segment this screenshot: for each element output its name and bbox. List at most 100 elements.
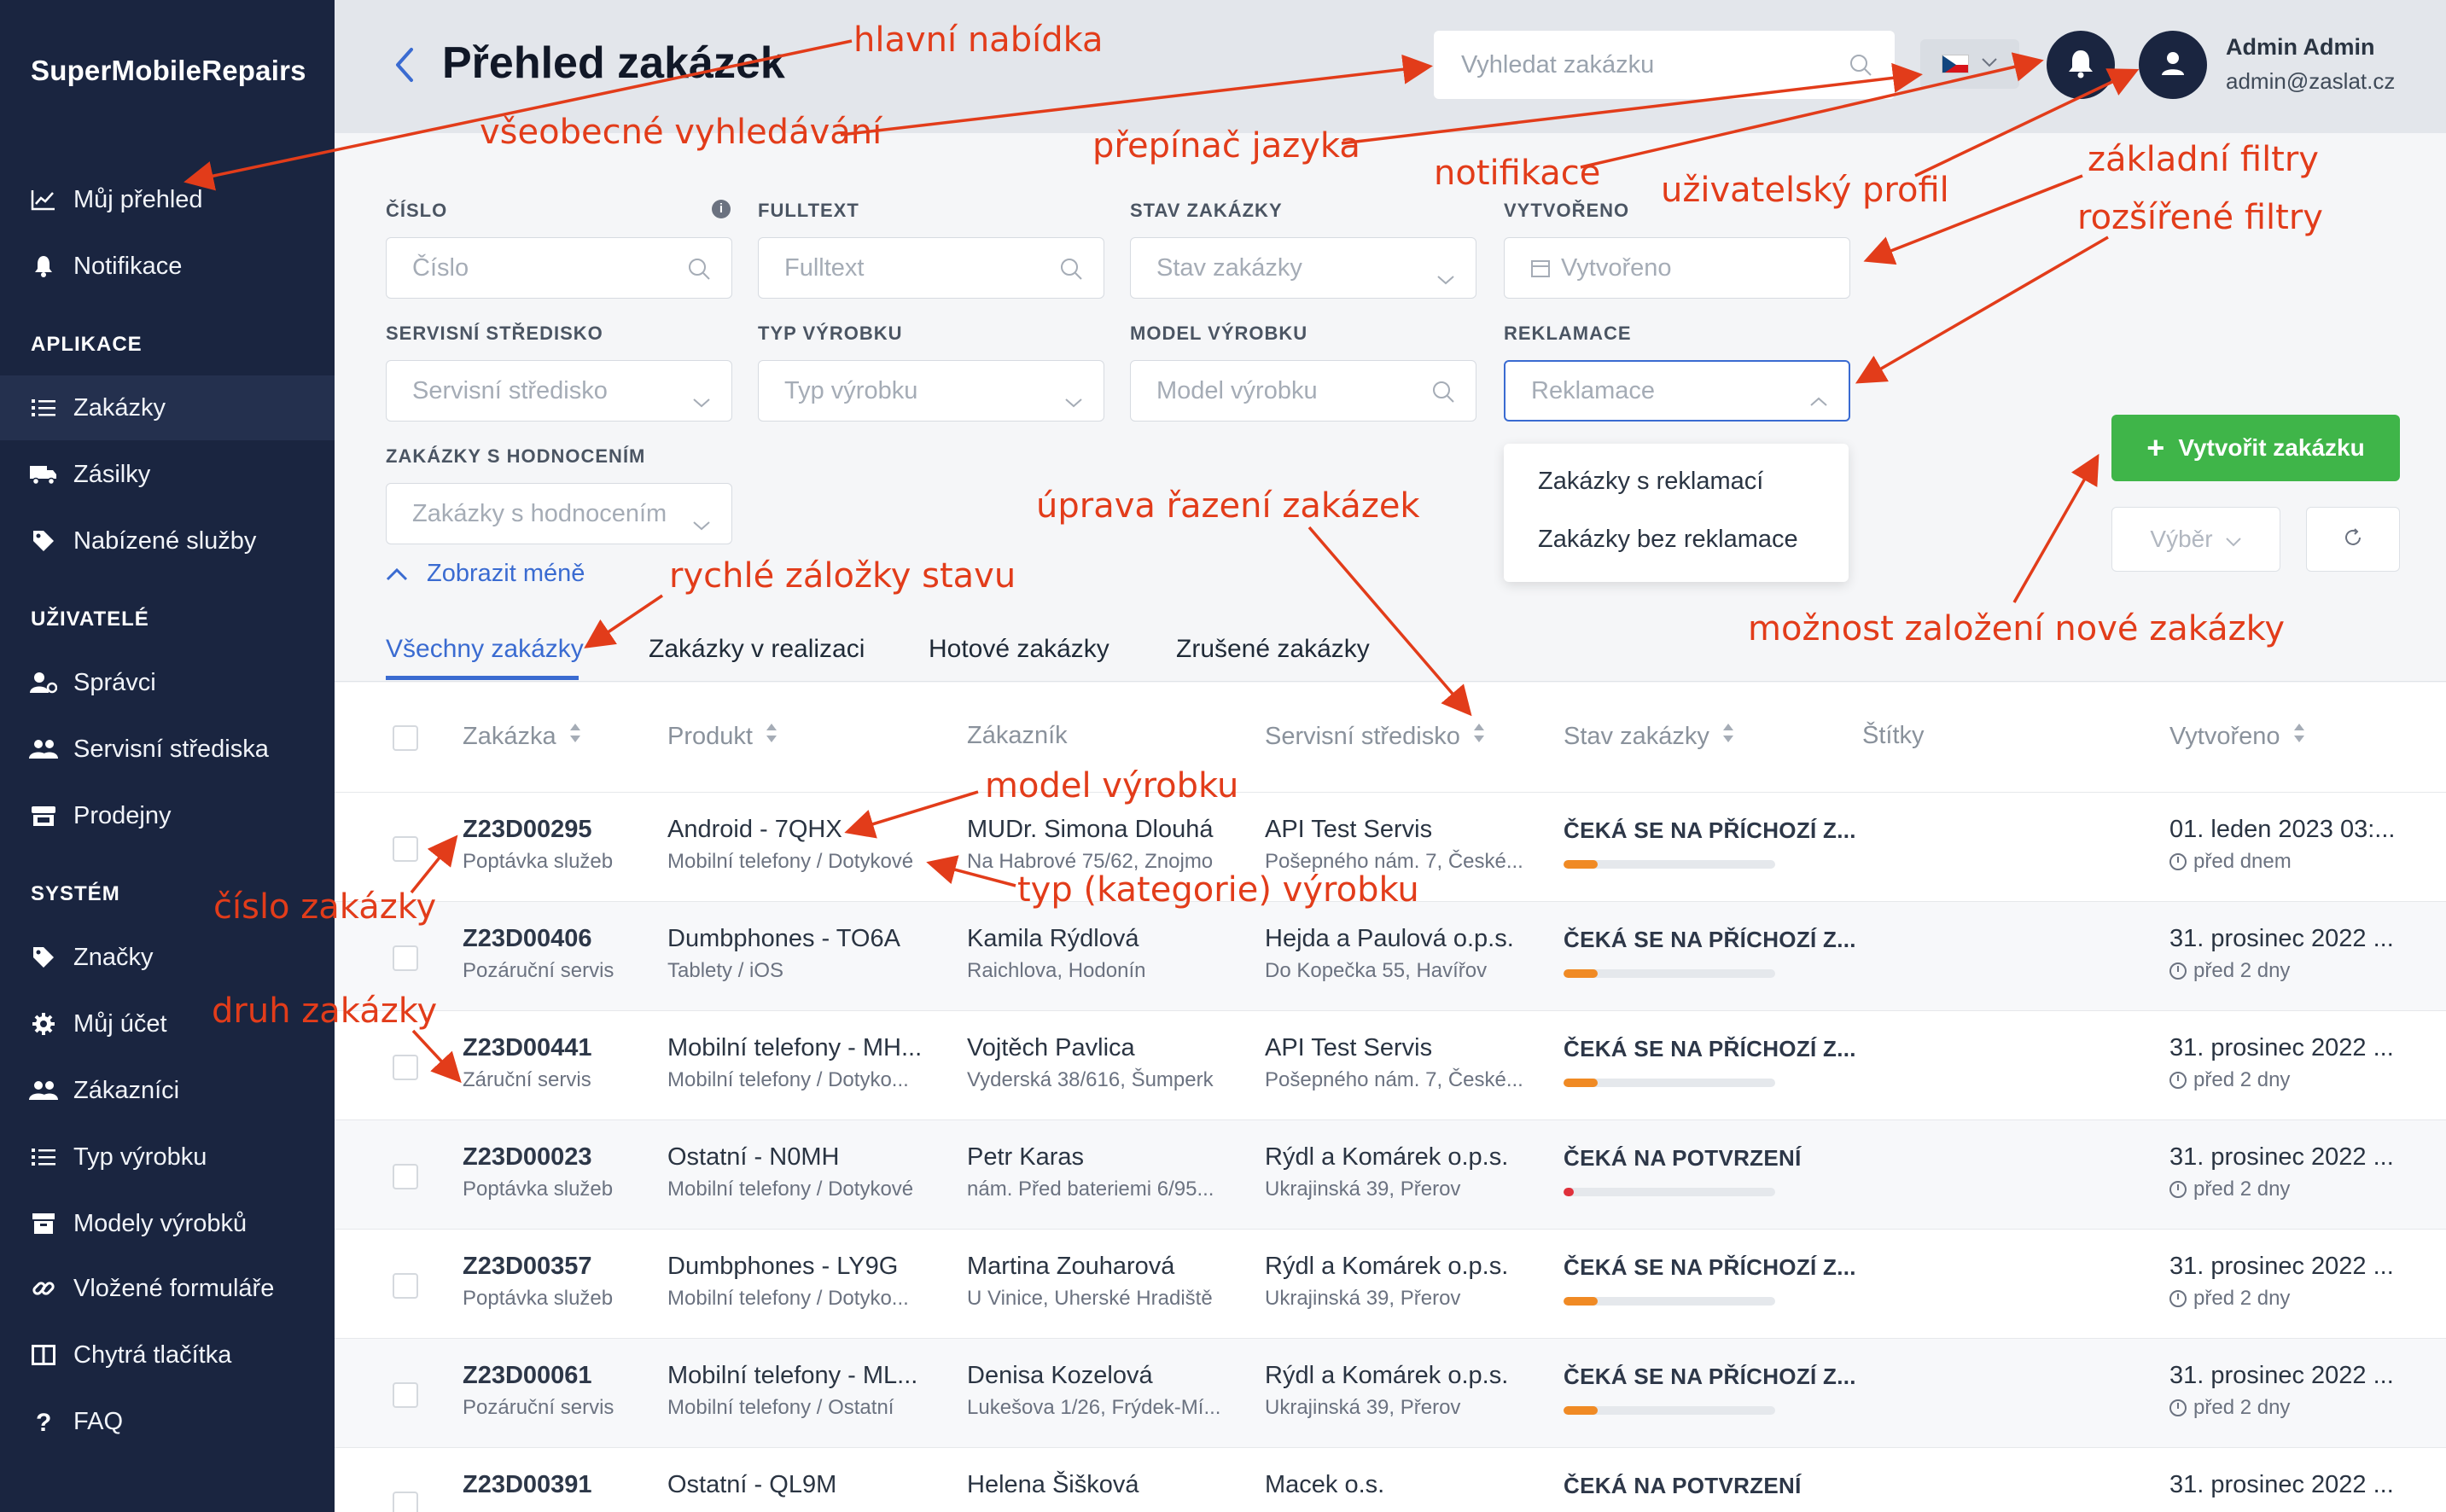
product-name: Android - 7QHX — [667, 816, 842, 843]
created-relative-label: před 2 dny — [2193, 959, 2291, 982]
select-label: Výběr — [2150, 526, 2213, 552]
language-switcher[interactable] — [1920, 39, 2019, 89]
sidebar-item-notifikace[interactable]: Notifikace — [0, 234, 335, 299]
status-progress-bar — [1564, 1297, 1775, 1306]
column-header[interactable]: Stav zakázky — [1564, 722, 1735, 751]
product-name: Dumbphones - LY9G — [667, 1253, 899, 1280]
filter-cislo-placeholder: Číslo — [412, 253, 469, 282]
annotation-language: přepínač jazyka — [1092, 126, 1360, 166]
table-row[interactable] — [335, 1010, 2446, 1119]
sidebar-item-zákazníci[interactable]: Zákazníci — [0, 1058, 335, 1123]
row-checkbox[interactable] — [393, 1382, 418, 1408]
column-header: Zákazník — [967, 722, 1068, 750]
product-name: Dumbphones - TO6A — [667, 925, 900, 952]
back-icon[interactable] — [393, 46, 418, 84]
question-icon: ? — [29, 1407, 58, 1436]
filter-typ-select[interactable]: Typ výrobku — [758, 360, 1104, 422]
search-icon — [1849, 53, 1872, 84]
sidebar-item-modely-výrobků[interactable]: Modely výrobků — [0, 1191, 335, 1256]
filter-model-input[interactable]: Model výrobku — [1130, 360, 1476, 422]
show-less-link[interactable]: Zobrazit méně — [386, 560, 585, 588]
search-input[interactable]: Vyhledat zakázku — [1434, 31, 1895, 99]
order-type: Poptávka služeb — [463, 1287, 614, 1310]
order-number[interactable]: Z23D00295 — [463, 816, 592, 844]
sidebar-item-typ-výrobku[interactable]: Typ výrobku — [0, 1125, 335, 1189]
column-header[interactable]: Produkt — [667, 722, 778, 751]
refresh-icon — [2343, 527, 2363, 552]
filter-label-cislo: ČÍSLO — [386, 200, 448, 221]
user-name[interactable]: Admin Admin — [2226, 34, 2375, 61]
sidebar-item-značky[interactable]: Značky — [0, 925, 335, 990]
column-header[interactable]: Vytvořeno — [2169, 722, 2306, 751]
tab-in-progress[interactable]: Zakázky v realizaci — [649, 635, 865, 664]
order-number[interactable]: Z23D00023 — [463, 1143, 592, 1172]
table-row[interactable] — [335, 1338, 2446, 1447]
sidebar-item-můj-přehled[interactable]: Můj přehled — [0, 167, 335, 232]
created-date: 01. leden 2023 03:... — [2169, 816, 2396, 843]
clock-icon — [2169, 853, 2187, 870]
sidebar-item-vložené-formuláře[interactable]: Vložené formuláře — [0, 1256, 335, 1321]
bell-icon — [29, 252, 58, 281]
table-row[interactable] — [335, 901, 2446, 1010]
table-row[interactable] — [335, 1447, 2446, 1512]
row-checkbox[interactable] — [393, 1164, 418, 1189]
sidebar-item-faq[interactable]: ? FAQ — [0, 1389, 335, 1454]
filter-fulltext-input[interactable]: Fulltext — [758, 237, 1104, 299]
filter-stredisko-select[interactable]: Servisní středisko — [386, 360, 732, 422]
users-icon — [29, 735, 58, 764]
row-checkbox[interactable] — [393, 1055, 418, 1080]
sidebar-item-prodejny[interactable]: Prodejny — [0, 783, 335, 848]
filter-reklamace-select[interactable]: Reklamace — [1504, 360, 1850, 422]
filter-cislo-input[interactable]: Číslo — [386, 237, 732, 299]
dropdown-option[interactable]: Zakázky s reklamací — [1538, 468, 1763, 496]
sidebar-item-servisní-střediska[interactable]: Servisní střediska — [0, 717, 335, 782]
sidebar-item-chytrá-tlačítka[interactable]: Chytrá tlačítka — [0, 1323, 335, 1387]
refresh-button[interactable] — [2306, 507, 2400, 572]
status-progress-bar — [1564, 1079, 1775, 1087]
row-checkbox[interactable] — [393, 1273, 418, 1299]
service-center-address: Pošepného nám. 7, České... — [1265, 1068, 1523, 1091]
row-checkbox[interactable] — [393, 1492, 418, 1512]
table-row[interactable] — [335, 1119, 2446, 1229]
dropdown-option[interactable]: Zakázky bez reklamace — [1538, 526, 1798, 554]
service-center-address: Ukrajinská 39, Přerov — [1265, 1287, 1461, 1310]
sidebar-item-zakázky[interactable]: Zakázky — [0, 375, 335, 440]
row-checkbox[interactable] — [393, 945, 418, 971]
tab-cancelled[interactable]: Zrušené zakázky — [1176, 635, 1370, 664]
sidebar-section-title: SYSTÉM — [31, 882, 120, 905]
user-cog-icon — [29, 668, 58, 697]
create-order-button[interactable]: + Vytvořit zakázku — [2111, 415, 2400, 481]
order-number[interactable]: Z23D00406 — [463, 925, 592, 953]
order-number[interactable]: Z23D00391 — [463, 1471, 592, 1499]
tab-done[interactable]: Hotové zakázky — [929, 635, 1109, 664]
select-button[interactable]: Výběr — [2111, 507, 2280, 572]
filter-stav-select[interactable]: Stav zakázky — [1130, 237, 1476, 299]
column-header[interactable]: Servisní středisko — [1265, 722, 1486, 751]
filter-vytvoreno-input[interactable]: Vytvořeno — [1504, 237, 1850, 299]
tab-all[interactable]: Všechny zakázky — [386, 635, 584, 664]
brand-logo[interactable]: SuperMobileRepairs — [31, 55, 306, 87]
sidebar-item-zásilky[interactable]: Zásilky — [0, 442, 335, 507]
user-icon — [2159, 49, 2187, 81]
filter-hodnoceni-select[interactable]: Zakázky s hodnocením — [386, 483, 732, 544]
users-icon — [29, 1076, 58, 1105]
select-all-checkbox[interactable] — [393, 725, 418, 751]
column-header[interactable]: Zakázka — [463, 722, 582, 751]
order-number[interactable]: Z23D00441 — [463, 1034, 592, 1062]
filter-label-reklamace: REKLAMACE — [1504, 323, 1632, 344]
sidebar-item-label: Modely výrobků — [73, 1209, 248, 1237]
sidebar-item-nabízené-služby[interactable]: Nabízené služby — [0, 509, 335, 573]
created-relative-label: před dnem — [2193, 850, 2292, 873]
annotation-new-order: možnost založení nové zakázky — [1748, 609, 2286, 648]
sidebar-item-správci[interactable]: Správci — [0, 650, 335, 715]
annotation-notifications: notifikace — [1434, 154, 1601, 193]
order-number[interactable]: Z23D00061 — [463, 1362, 592, 1390]
info-icon[interactable]: i — [712, 200, 731, 218]
filter-label-model: MODEL VÝROBKU — [1130, 323, 1308, 344]
notifications-button[interactable] — [2047, 31, 2115, 99]
row-checkbox[interactable] — [393, 836, 418, 862]
filter-typ-placeholder: Typ výrobku — [784, 376, 918, 404]
user-avatar-button[interactable] — [2139, 31, 2207, 99]
order-number[interactable]: Z23D00357 — [463, 1253, 592, 1281]
table-row[interactable] — [335, 1229, 2446, 1338]
